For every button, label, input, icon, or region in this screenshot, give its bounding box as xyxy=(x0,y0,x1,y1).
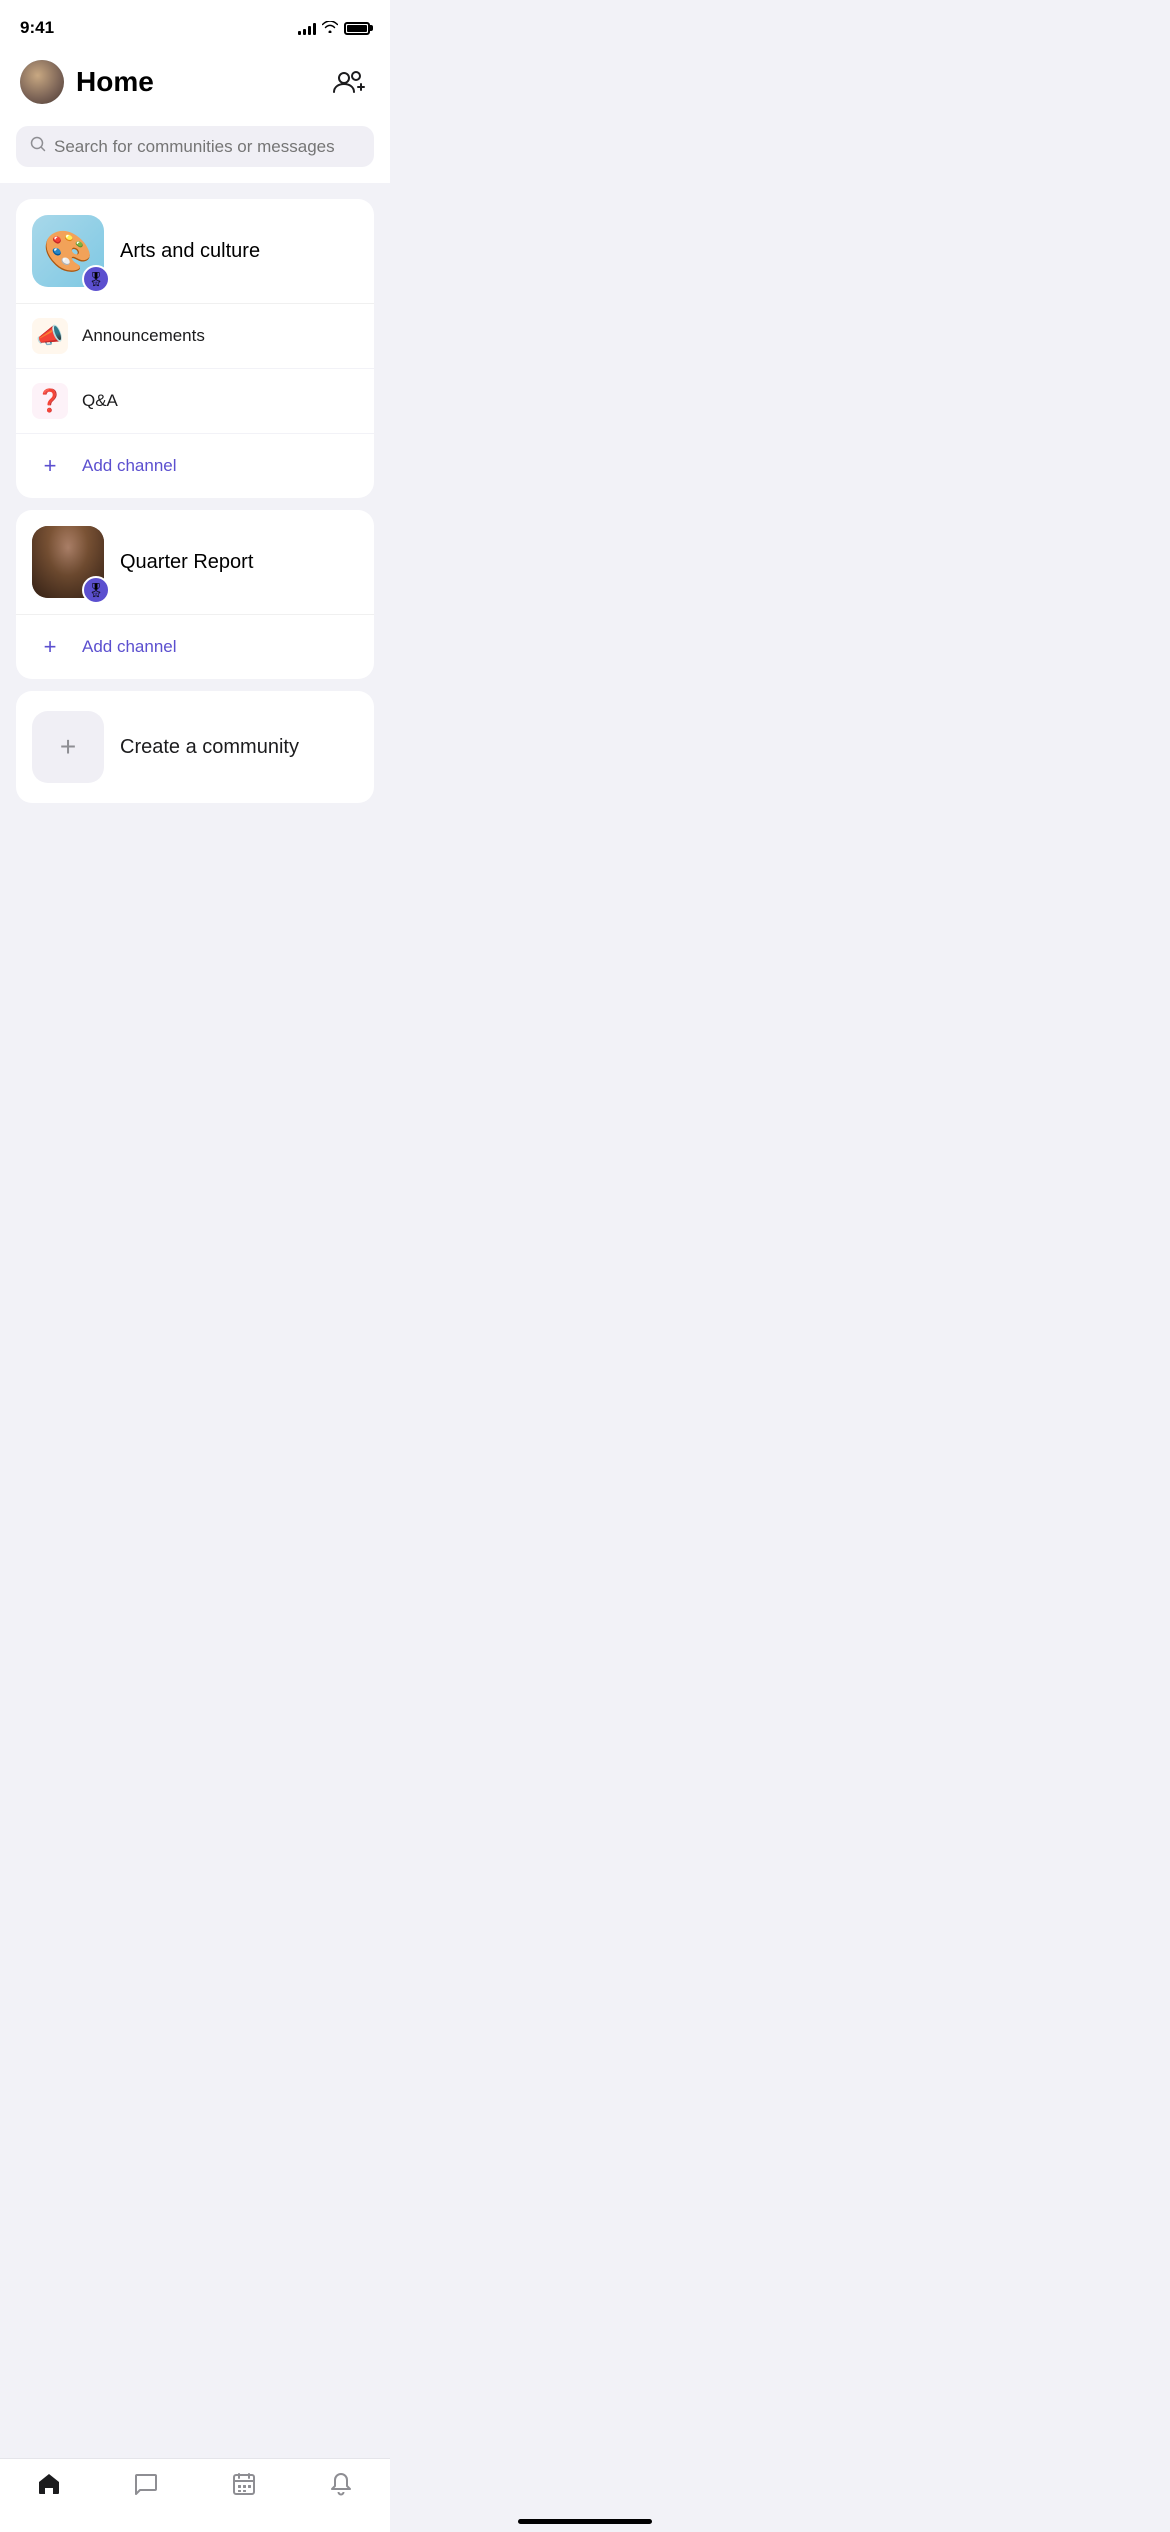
community-thumb-wrap-quarter xyxy=(32,526,104,598)
community-badge-quarter xyxy=(82,576,110,604)
nav-notifications[interactable] xyxy=(293,2471,391,2504)
search-container xyxy=(0,118,390,183)
community-card-arts: 🎨 Arts and culture 📣 Announcements ❓ Q&A… xyxy=(16,199,374,498)
community-name-quarter: Quarter Report xyxy=(120,551,253,574)
create-community-label: Create a community xyxy=(120,736,299,759)
community-thumb-wrap-arts: 🎨 xyxy=(32,215,104,287)
search-bar[interactable] xyxy=(16,126,374,167)
community-card-quarter: Quarter Report + Add channel xyxy=(16,510,374,679)
main-content: 🎨 Arts and culture 📣 Announcements ❓ Q&A… xyxy=(0,183,390,803)
channel-row-qna[interactable]: ❓ Q&A xyxy=(16,369,374,434)
arts-emoji: 🎨 xyxy=(43,228,93,275)
announcements-emoji: 📣 xyxy=(36,323,63,349)
create-community-icon: + xyxy=(32,711,104,783)
page-title: Home xyxy=(76,66,154,98)
add-channel-arts[interactable]: + Add channel xyxy=(16,434,374,498)
add-channel-label-arts: Add channel xyxy=(82,456,177,476)
home-indicator xyxy=(518,2519,652,2524)
nav-home[interactable] xyxy=(0,2471,98,2504)
announcements-icon: 📣 xyxy=(32,318,68,354)
nav-calendar[interactable] xyxy=(195,2471,293,2504)
qna-emoji: ❓ xyxy=(36,388,63,414)
signal-icon xyxy=(298,21,316,35)
avatar[interactable] xyxy=(20,60,64,104)
bottom-nav xyxy=(0,2458,390,2532)
qna-icon: ❓ xyxy=(32,383,68,419)
add-group-icon xyxy=(332,64,368,100)
community-name-arts: Arts and culture xyxy=(120,240,260,263)
community-badge-arts xyxy=(82,265,110,293)
channel-name-qna: Q&A xyxy=(82,391,118,411)
status-time: 9:41 xyxy=(20,18,54,38)
channel-name-announcements: Announcements xyxy=(82,326,205,346)
header: Home xyxy=(0,50,390,118)
status-icons xyxy=(298,20,370,36)
header-left: Home xyxy=(20,60,154,104)
calendar-icon xyxy=(231,2471,257,2504)
chat-icon xyxy=(133,2471,159,2504)
add-channel-icon-arts: + xyxy=(32,448,68,484)
search-input[interactable] xyxy=(54,137,360,157)
channel-row-announcements[interactable]: 📣 Announcements xyxy=(16,304,374,369)
wifi-icon xyxy=(322,20,338,36)
community-header-arts[interactable]: 🎨 Arts and culture xyxy=(16,199,374,304)
add-channel-icon-quarter: + xyxy=(32,629,68,665)
nav-messages[interactable] xyxy=(98,2471,196,2504)
community-header-quarter[interactable]: Quarter Report xyxy=(16,510,374,615)
home-icon xyxy=(36,2471,62,2504)
create-community-card[interactable]: + Create a community xyxy=(16,691,374,803)
add-group-button[interactable] xyxy=(330,62,370,102)
add-channel-label-quarter: Add channel xyxy=(82,637,177,657)
add-channel-quarter[interactable]: + Add channel xyxy=(16,615,374,679)
battery-icon xyxy=(344,22,370,35)
status-bar: 9:41 xyxy=(0,0,390,50)
bell-icon xyxy=(328,2471,354,2504)
search-icon xyxy=(30,136,46,157)
